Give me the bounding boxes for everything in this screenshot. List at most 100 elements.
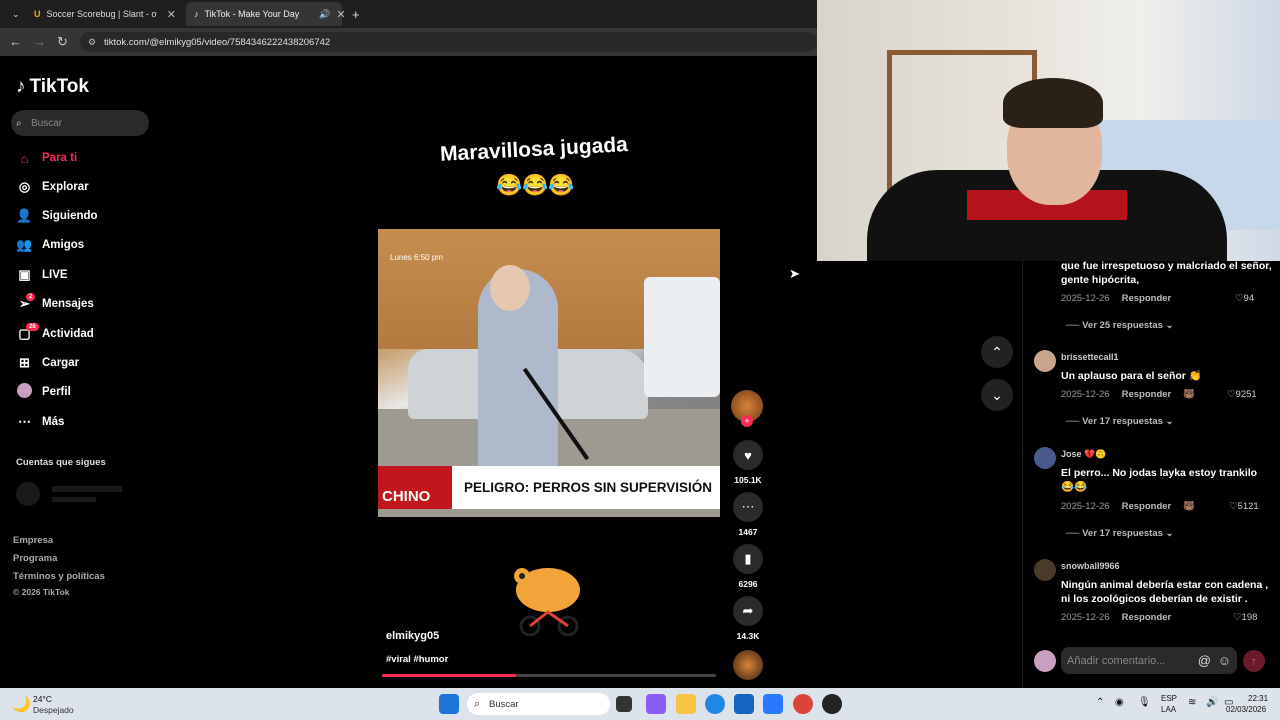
wifi-icon[interactable]: ≋: [1188, 697, 1196, 708]
tab-list-button[interactable]: ⌄: [4, 2, 24, 26]
chrome-icon[interactable]: [793, 694, 813, 714]
sidebar-item-live[interactable]: ▣ LIVE: [16, 265, 68, 285]
video-progress-bar[interactable]: [382, 674, 716, 677]
comment-like[interactable]: ♡94: [1235, 293, 1254, 304]
avatar[interactable]: [1034, 559, 1056, 581]
avatar[interactable]: [1034, 447, 1056, 469]
comment-username[interactable]: Jose 💔🙃: [1061, 449, 1106, 460]
sidebar-item-mensajes[interactable]: ➢ 2 Mensajes: [16, 293, 94, 314]
reply-button[interactable]: Responder: [1122, 612, 1172, 623]
reply-button[interactable]: Responder: [1122, 389, 1172, 400]
comment-like[interactable]: ♡198: [1233, 612, 1257, 623]
address-bar[interactable]: ⚙ tiktok.com/@elmikyg05/video/7584346222…: [80, 32, 817, 52]
weather-icon[interactable]: 🌙: [12, 695, 31, 713]
avatar: [1034, 650, 1056, 672]
tab-soccer-scorebug[interactable]: U Soccer Scorebug | Slant - overla ✕: [26, 2, 184, 26]
sidebar-item-label: Actividad: [42, 328, 94, 340]
next-video-button[interactable]: ⌄: [981, 379, 1013, 411]
view-replies-button[interactable]: ── Ver 25 respuestas ⌄: [1066, 320, 1174, 331]
network-tray-icon[interactable]: ◉: [1115, 697, 1124, 708]
tiktok-logo[interactable]: ♪ TikTok: [16, 76, 89, 98]
heart-icon[interactable]: ♥: [733, 440, 763, 470]
file-explorer-icon[interactable]: [676, 694, 696, 714]
reply-button[interactable]: Responder: [1122, 501, 1172, 512]
share-icon[interactable]: ➦: [733, 596, 763, 626]
view-replies-label: Ver 17 respuestas: [1082, 416, 1163, 427]
view-replies-button[interactable]: ── Ver 17 respuestas ⌄: [1066, 416, 1174, 427]
send-comment-button[interactable]: ↑: [1243, 650, 1265, 672]
site-info-icon[interactable]: ⚙: [88, 37, 96, 48]
windows-start-icon[interactable]: [439, 694, 459, 714]
save-action[interactable]: ▮ 6296: [733, 544, 763, 589]
tab-tiktok[interactable]: ♪ TikTok - Make Your Day 🔊 ✕: [186, 2, 346, 26]
sidebar-item-label: LIVE: [42, 269, 68, 281]
volume-icon[interactable]: 🔊: [1206, 697, 1218, 708]
following-title: Cuentas que sigues: [16, 457, 106, 468]
clock-date[interactable]: 02/03/2026: [1226, 705, 1266, 714]
bookmark-icon[interactable]: ▮: [733, 544, 763, 574]
obs-icon[interactable]: [822, 694, 842, 714]
store-icon[interactable]: [734, 694, 754, 714]
comment-username[interactable]: snowball9966: [1061, 561, 1120, 571]
creator-liked-icon: 🐻: [1183, 389, 1196, 400]
clock-time[interactable]: 22:31: [1248, 694, 1268, 703]
sidebar-item-perfil[interactable]: Perfil: [16, 382, 71, 402]
sidebar-item-actividad[interactable]: ▢ 26 Actividad: [16, 323, 94, 344]
weather-temp[interactable]: 24°C: [33, 694, 52, 704]
copilot-icon[interactable]: [646, 694, 666, 714]
forward-icon[interactable]: →: [33, 34, 46, 49]
sidebar-item-amigos[interactable]: 👥 Amigos: [16, 235, 84, 255]
heart-outline-icon: ♡: [1229, 501, 1238, 512]
speaker-icon[interactable]: 🔊: [319, 9, 330, 20]
comment-input[interactable]: Añadir comentario... @ ☺: [1061, 647, 1237, 674]
weather-desc: Despejado: [33, 705, 74, 715]
sidebar-item-cargar[interactable]: ⊞ Cargar: [16, 353, 79, 373]
search-input[interactable]: ⌕ Buscar: [11, 110, 149, 136]
sidebar-item-label: Más: [42, 416, 65, 428]
sidebar-item-siguiendo[interactable]: 👤 Siguiendo: [16, 206, 97, 226]
keyboard-layout[interactable]: LAA: [1161, 705, 1176, 714]
footer-link-empresa[interactable]: Empresa: [13, 535, 53, 546]
sidebar-item-label: Cargar: [42, 357, 80, 369]
comment-icon[interactable]: ⋯: [733, 492, 763, 522]
sidebar-item-mas[interactable]: ⋯ Más: [16, 412, 64, 432]
taskbar-search[interactable]: ⌕ Buscar: [467, 693, 610, 715]
task-view-icon[interactable]: [616, 696, 632, 712]
reload-icon[interactable]: ↻: [57, 34, 68, 50]
comment-action[interactable]: ⋯ 1467: [733, 492, 763, 537]
avatar[interactable]: [1034, 350, 1056, 372]
video-player[interactable]: Lunes 6:50 pm CHINO PELIGRO: PERROS SIN …: [378, 229, 720, 517]
new-tab-button[interactable]: +: [344, 2, 368, 26]
reply-button[interactable]: Responder: [1122, 293, 1172, 304]
tray-chevron-icon[interactable]: ⌃: [1096, 697, 1104, 708]
slant-favicon-icon: U: [34, 9, 41, 19]
footer-link-programa[interactable]: Programa: [13, 553, 57, 564]
sidebar-item-para-ti[interactable]: ⌂ Para ti: [16, 148, 78, 168]
comment-username[interactable]: brissettecall1: [1061, 352, 1119, 362]
emoji-icon[interactable]: ☺: [1218, 653, 1231, 668]
news-brand-logo: CHINO: [378, 466, 452, 509]
mail-icon[interactable]: [763, 694, 783, 714]
music-disc-icon[interactable]: [733, 650, 763, 680]
share-action[interactable]: ➦ 14.3K: [733, 596, 763, 641]
microphone-icon[interactable]: 🎙: [1138, 697, 1151, 708]
edge-icon[interactable]: [705, 694, 725, 714]
mention-icon[interactable]: @: [1198, 653, 1211, 668]
windows-taskbar: 🌙 24°C Despejado ⌕ Buscar ⌃ ◉ 🎙 ESP LAA …: [0, 688, 1280, 720]
input-language[interactable]: ESP: [1161, 694, 1177, 703]
view-replies-button[interactable]: ── Ver 17 respuestas ⌄: [1066, 528, 1174, 539]
previous-video-button[interactable]: ⌃: [981, 336, 1013, 368]
sidebar-item-explorar[interactable]: ◎ Explorar: [16, 177, 89, 197]
video-hashtags[interactable]: #viral #humor: [386, 654, 448, 665]
like-action[interactable]: ♥ 105.1K: [733, 440, 763, 485]
comment-like[interactable]: ♡5121: [1229, 501, 1259, 512]
footer-link-terminos[interactable]: Términos y políticas: [13, 571, 105, 582]
comment-text: gente hipócrita,: [1061, 274, 1140, 286]
back-icon[interactable]: ←: [9, 34, 22, 49]
view-replies-label: Ver 25 respuestas: [1082, 320, 1163, 331]
follow-plus-icon[interactable]: +: [741, 415, 753, 427]
comment-like[interactable]: ♡9251: [1227, 389, 1257, 400]
video-author[interactable]: elmikyg05: [386, 630, 439, 642]
messages-badge: 2: [26, 293, 36, 301]
close-icon[interactable]: ✕: [167, 8, 176, 21]
